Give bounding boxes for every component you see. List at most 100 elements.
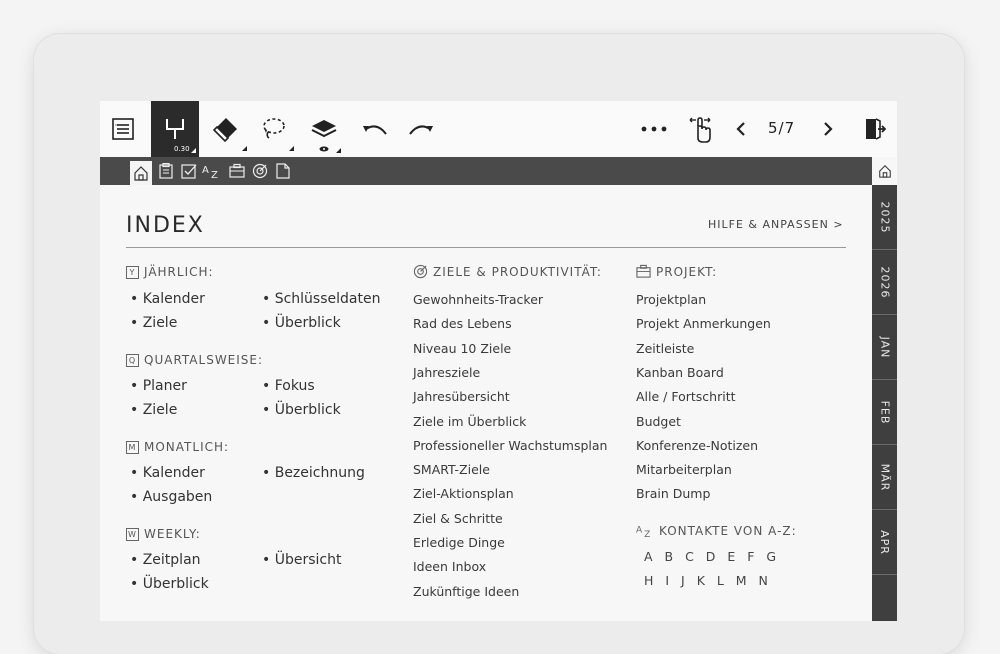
help-customize-link[interactable]: HILFE & ANPASSEN > [708,218,844,231]
project-link[interactable]: Budget [636,414,681,429]
lasso-options-indicator [289,146,294,151]
next-page-button[interactable] [810,101,846,157]
link-yearly-overview[interactable]: • Überblick [262,315,341,331]
side-tab-2025[interactable]: 2025 [872,185,897,250]
link-yearly-keydates[interactable]: • Schlüsseldaten [262,291,380,307]
eraser-options-indicator [242,146,247,151]
link-weekly-overview[interactable]: • Überblick [130,576,209,592]
project-link[interactable]: Mitarbeiterplan [636,462,732,477]
svg-text:A: A [636,525,643,535]
goal-link[interactable]: Gewohnheits-Tracker [413,292,543,307]
eraser-tool-button[interactable] [203,101,249,157]
tab-projects[interactable] [226,157,248,185]
project-link[interactable]: Projektplan [636,292,706,307]
more-dots-icon [641,126,667,132]
side-tab-2026[interactable]: 2026 [872,250,897,315]
project-link[interactable]: Zeitleiste [636,341,694,356]
goal-link[interactable]: SMART-Ziele [413,462,490,477]
svg-text:A: A [202,165,209,176]
layers-button[interactable] [301,101,347,157]
device-screen: 0.30 5/7 A Z INDEX HILFE & ANPASSEN > Y … [100,101,897,621]
undo-button[interactable] [352,101,398,157]
project-link[interactable]: Konferenze-Notizen [636,438,758,453]
link-monthly-labels[interactable]: • Bezeichnung [262,465,365,481]
section-weekly-label: WEEKLY: [144,527,201,541]
link-quarterly-focus[interactable]: • Fokus [262,378,315,394]
side-tab-mar[interactable]: MÄR [872,445,897,510]
section-weekly-heading[interactable]: W WEEKLY: [126,527,201,541]
section-project-heading[interactable]: PROJEKT: [636,264,717,279]
tab-contacts[interactable]: AZ [201,157,223,185]
goal-link[interactable]: Ziel-Aktionsplan [413,486,514,501]
index-page: INDEX HILFE & ANPASSEN > Y JÄHRLICH: • Ka… [100,185,872,621]
project-link[interactable]: Kanban Board [636,365,724,380]
goal-link[interactable]: Ideen Inbox [413,559,486,574]
project-link[interactable]: Alle / Fortschritt [636,389,736,404]
tab-notes[interactable] [272,157,294,185]
goal-link[interactable]: Ziel & Schritte [413,511,503,526]
tab-home[interactable] [130,161,152,185]
link-monthly-expenses[interactable]: • Ausgaben [130,489,212,505]
goal-link[interactable]: Erledige Dinge [413,535,505,550]
tab-planner[interactable] [155,157,177,185]
chevron-left-icon [736,122,745,136]
side-tab-label: APR [878,529,891,555]
link-weekly-summary[interactable]: • Übersicht [262,552,341,568]
link-quarterly-planner[interactable]: • Planer [130,378,187,394]
link-quarterly-goals[interactable]: • Ziele [130,402,177,418]
contacts-letters-row-1[interactable]: A B C D E F G [644,549,777,564]
toolbar: 0.30 5/7 [100,101,897,157]
goal-link[interactable]: Professioneller Wachstumsplan [413,438,607,453]
clipboard-icon [159,163,173,179]
more-options-button[interactable] [631,101,677,157]
side-tab-label: 2025 [878,201,891,233]
exit-button[interactable] [852,101,897,157]
eraser-icon [213,118,237,142]
side-tab-jan[interactable]: JAN [872,315,897,380]
goal-link[interactable]: Jahresübersicht [413,389,510,404]
link-quarterly-overview[interactable]: • Überblick [262,402,341,418]
section-project-label: PROJEKT: [656,264,718,279]
section-yearly-heading[interactable]: Y JÄHRLICH: [126,265,214,279]
project-link[interactable]: Brain Dump [636,486,710,501]
contacts-letters-row-2[interactable]: H I J K L M N [644,573,769,588]
lasso-icon [263,118,285,139]
link-monthly-calendar[interactable]: • Kalender [130,465,205,481]
link-yearly-calendar[interactable]: • Kalender [130,291,205,307]
link-yearly-goals[interactable]: • Ziele [130,315,177,331]
link-weekly-schedule[interactable]: • Zeitplan [130,552,201,568]
visibility-eye-icon [319,146,329,152]
goal-link[interactable]: Rad des Lebens [413,316,512,331]
redo-button[interactable] [398,101,444,157]
section-goals-heading[interactable]: ZIELE & PRODUKTIVITÄT: [413,264,602,279]
side-home-button[interactable] [872,157,897,185]
undo-icon [363,125,387,135]
section-contacts-heading[interactable]: AZ KONTAKTE VON A-Z: [636,523,797,539]
target-icon [252,163,268,179]
monthly-icon: M [126,440,139,454]
side-tab-feb[interactable]: FEB [872,380,897,445]
pen-tool-button[interactable]: 0.30 [151,101,199,157]
goal-link[interactable]: Jahresziele [413,365,480,380]
section-quarterly-label: QUARTALSWEISE: [144,353,264,367]
project-link[interactable]: Projekt Anmerkungen [636,316,771,331]
menu-button[interactable] [100,101,146,157]
previous-page-button[interactable] [723,101,759,157]
side-tab-label: MÄR [878,463,892,491]
side-tab-apr[interactable]: APR [872,510,897,575]
tab-tasks[interactable] [178,157,200,185]
side-tabs: 2025 2026 JAN FEB MÄR APR [872,185,897,621]
lasso-tool-button[interactable] [250,101,296,157]
goal-link[interactable]: Zukünftige Ideen [413,584,519,599]
goal-link[interactable]: Ziele im Überblick [413,414,526,429]
page-title: INDEX [126,213,205,238]
pen-icon [166,119,184,139]
section-monthly-heading[interactable]: M MONATLICH: [126,440,229,454]
checkbox-icon [181,164,197,179]
section-quarterly-heading[interactable]: Q QUARTALSWEISE: [126,353,263,367]
goal-link[interactable]: Niveau 10 Ziele [413,341,511,356]
briefcase-icon [229,163,245,178]
gesture-button[interactable] [677,101,723,157]
chevron-right-icon [824,122,833,136]
tab-goals[interactable] [249,157,271,185]
